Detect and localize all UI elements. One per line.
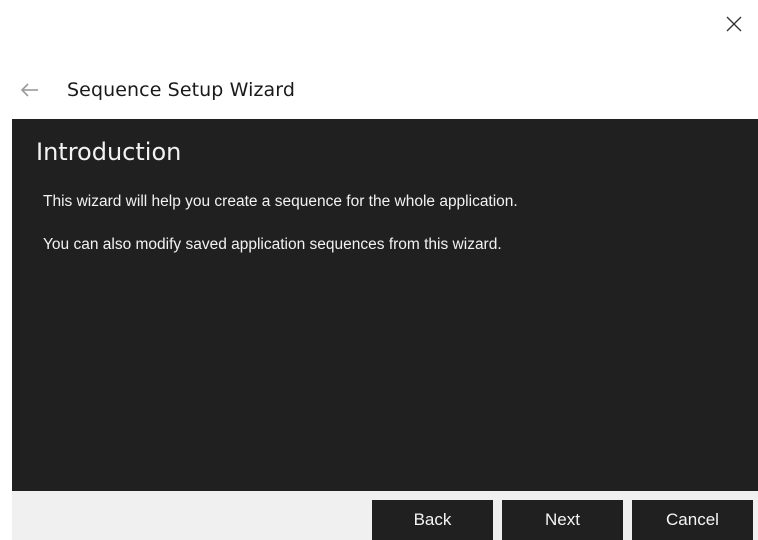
next-button[interactable]: Next [502,500,623,540]
wizard-footer: Back Next Cancel [12,491,758,540]
back-button[interactable]: Back [372,500,493,540]
close-button[interactable] [722,12,746,36]
wizard-header: Sequence Setup Wizard [20,76,295,104]
arrow-left-icon [20,83,38,97]
wizard-window: Sequence Setup Wizard Introduction This … [0,0,758,540]
back-nav-button[interactable] [20,80,40,100]
wizard-title: Sequence Setup Wizard [67,79,296,101]
page-heading: Introduction [36,138,182,166]
description-line-2: You can also modify saved application se… [43,236,502,253]
close-icon [726,16,742,32]
description-line-1: This wizard will help you create a seque… [43,193,518,210]
cancel-button[interactable]: Cancel [632,500,753,540]
wizard-content-panel: Introduction This wizard will help you c… [12,119,758,491]
